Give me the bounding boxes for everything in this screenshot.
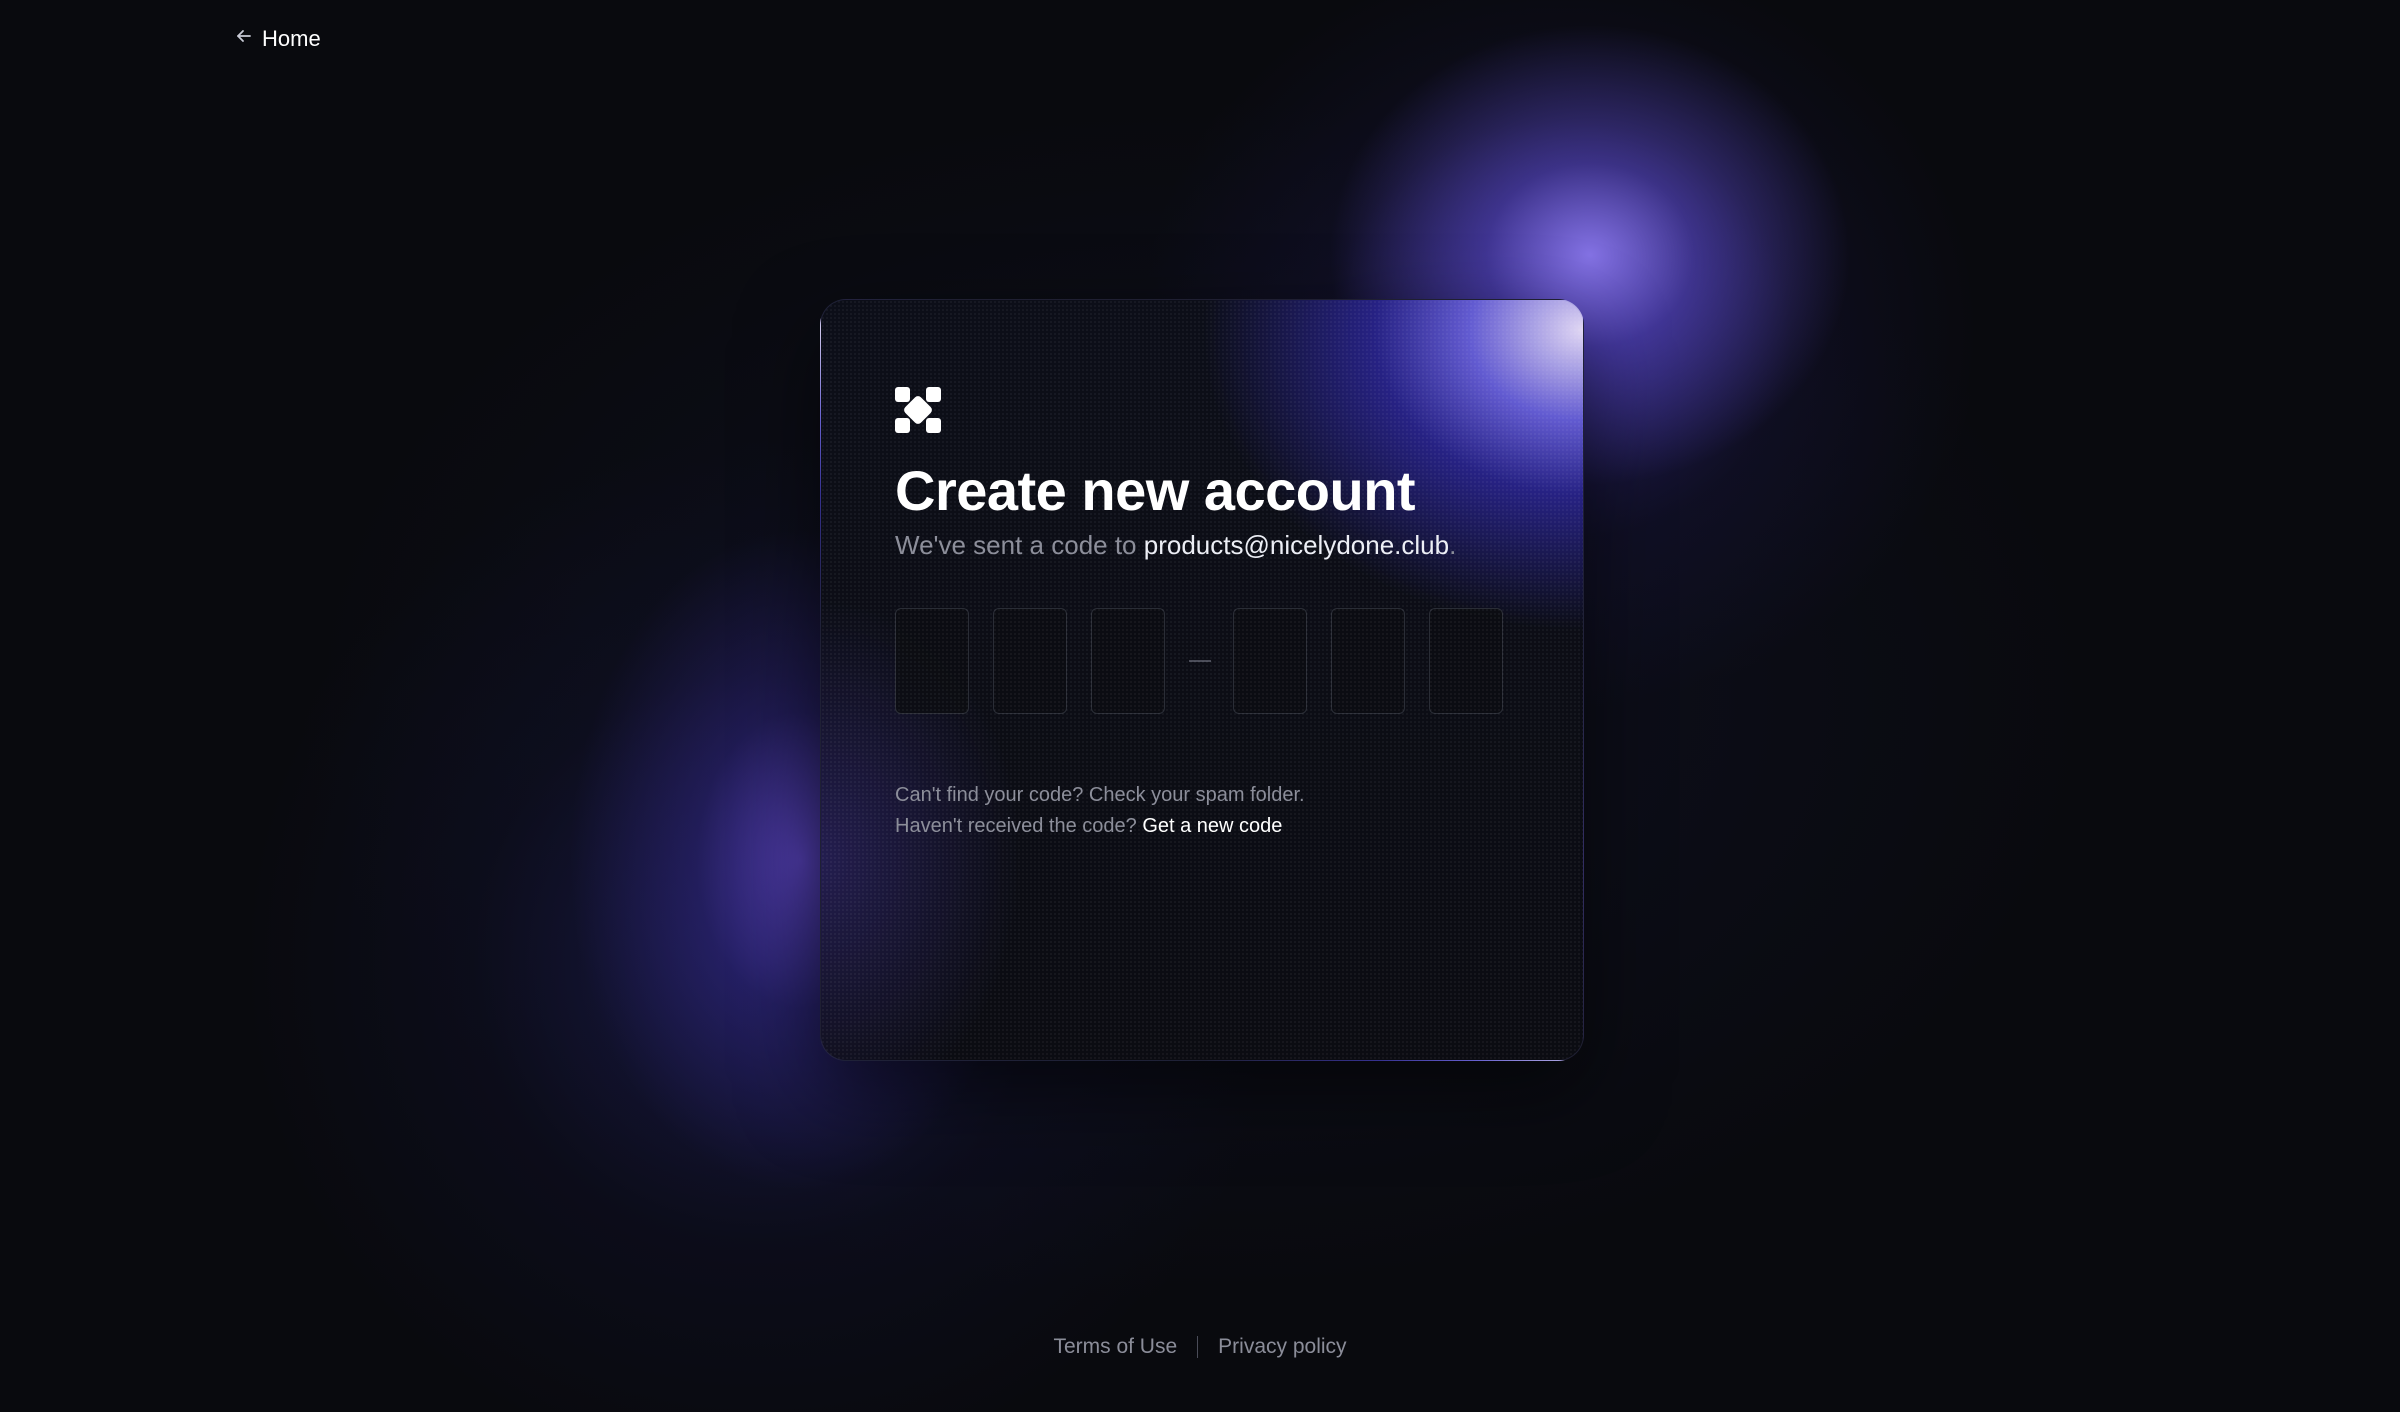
brand-logo-icon — [895, 387, 941, 433]
resend-prompt: Haven't received the code? — [895, 815, 1143, 837]
footer-divider — [1197, 1336, 1199, 1358]
footer: Terms of Use Privacy policy — [0, 1335, 2400, 1359]
home-link-label: Home — [262, 26, 321, 51]
resend-line: Haven't received the code? Get a new cod… — [895, 811, 1305, 842]
code-digit-6[interactable] — [1429, 608, 1503, 714]
verification-code-inputs — [895, 608, 1503, 714]
home-back-link[interactable]: Home — [234, 26, 321, 52]
code-separator — [1189, 660, 1211, 662]
code-sent-prefix: We've sent a code to — [895, 530, 1144, 560]
code-digit-2[interactable] — [993, 608, 1067, 714]
recipient-email: products@nicelydone.club — [1143, 530, 1450, 560]
signup-verification-card: Create new account We've sent a code to … — [820, 299, 1584, 1061]
code-sent-message: We've sent a code to products@nicelydone… — [895, 530, 1456, 561]
terms-of-use-link[interactable]: Terms of Use — [1053, 1335, 1177, 1359]
code-digit-5[interactable] — [1331, 608, 1405, 714]
get-new-code-link[interactable]: Get a new code — [1142, 815, 1282, 837]
code-digit-4[interactable] — [1233, 608, 1307, 714]
help-text: Can't find your code? Check your spam fo… — [895, 780, 1305, 842]
privacy-policy-link[interactable]: Privacy policy — [1218, 1335, 1346, 1359]
code-digit-3[interactable] — [1091, 608, 1165, 714]
arrow-left-icon — [234, 26, 254, 52]
code-digit-1[interactable] — [895, 608, 969, 714]
page-title: Create new account — [895, 459, 1416, 522]
spam-folder-hint: Can't find your code? Check your spam fo… — [895, 784, 1305, 806]
code-sent-suffix: . — [1449, 530, 1457, 560]
